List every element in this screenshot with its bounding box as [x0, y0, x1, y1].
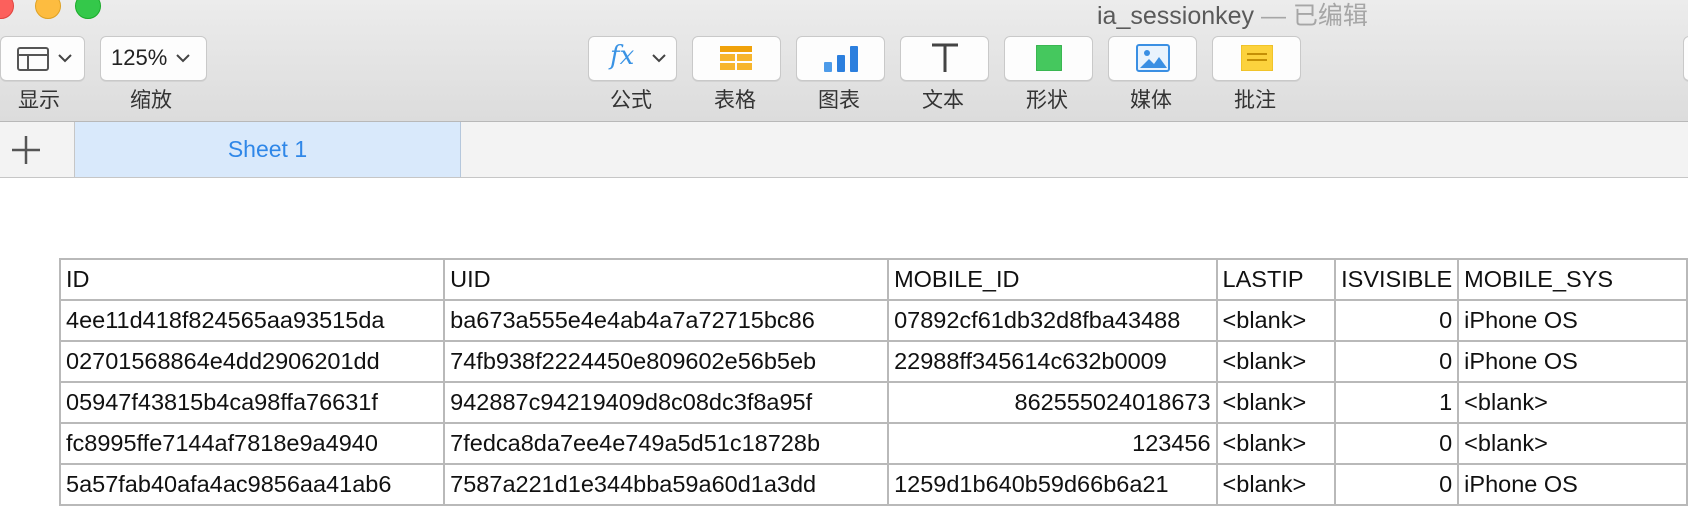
text-icon: [932, 43, 958, 72]
table-cell[interactable]: <blank>: [1215, 299, 1337, 342]
edited-status: — 已编辑: [1260, 2, 1368, 30]
table-cell[interactable]: iPhone OS: [1457, 463, 1688, 506]
table-row: 05947f43815b4ca98ffa76631f 942887c942194…: [58, 381, 1688, 424]
chevron-down-icon: [58, 54, 72, 63]
table-cell[interactable]: 7587a221d1e344bba59a60d1a3dd: [443, 463, 890, 506]
column-header-lastip[interactable]: LASTIP: [1215, 258, 1337, 301]
insert-table-button[interactable]: [692, 36, 781, 81]
view-button[interactable]: [0, 36, 85, 81]
column-header-uid[interactable]: UID: [443, 258, 890, 301]
table-cell[interactable]: 02701568864e4dd2906201dd: [58, 340, 446, 383]
table-cell[interactable]: 942887c94219409d8c08dc3f8a95f: [443, 381, 890, 424]
table-cell[interactable]: <blank>: [1215, 422, 1337, 465]
table-cell[interactable]: 22988ff345614c632b0009: [887, 340, 1218, 383]
data-table: ID UID MOBILE_ID LASTIP ISVISIBLE MOBILE…: [58, 258, 1688, 506]
table-cell[interactable]: 862555024018673: [887, 381, 1218, 424]
header-row: ID UID MOBILE_ID LASTIP ISVISIBLE MOBILE…: [58, 258, 1688, 301]
window-toolbar: ia_sessionkey — 已编辑 显示 125% 缩放 fx 公式 表格 …: [0, 0, 1688, 122]
table-cell[interactable]: 0: [1334, 299, 1460, 342]
table-cell[interactable]: 123456: [887, 422, 1218, 465]
column-header-mobile-id[interactable]: MOBILE_ID: [887, 258, 1218, 301]
table-row: 4ee11d418f824565aa93515da ba673a555e4e4a…: [58, 299, 1688, 342]
shape-square-icon: [1036, 45, 1062, 71]
table-row: 5a57fab40afa4ac9856aa41ab6 7587a221d1e34…: [58, 463, 1688, 506]
sheet-tab-bar: Sheet 1: [0, 122, 1688, 178]
photo-icon: [1136, 44, 1170, 72]
table-cell[interactable]: <blank>: [1457, 381, 1688, 424]
table-cell[interactable]: iPhone OS: [1457, 299, 1688, 342]
tab-sheet-1[interactable]: Sheet 1: [75, 122, 461, 177]
comment-note-icon: [1241, 45, 1273, 71]
comment-button[interactable]: [1212, 36, 1301, 81]
minimize-window-button[interactable]: [35, 0, 61, 19]
close-window-button[interactable]: [0, 0, 14, 19]
document-name: ia_sessionkey: [1097, 2, 1255, 30]
table-cell[interactable]: <blank>: [1215, 381, 1337, 424]
table-cell[interactable]: 0: [1334, 422, 1460, 465]
insert-media-button[interactable]: [1108, 36, 1197, 81]
column-header-isvisible[interactable]: ISVISIBLE: [1334, 258, 1460, 301]
table-cell[interactable]: fc8995ffe7144af7818e9a4940: [58, 422, 446, 465]
window-title: ia_sessionkey — 已编辑: [1097, 0, 1368, 32]
table-cell[interactable]: iPhone OS: [1457, 340, 1688, 383]
zoom-window-button[interactable]: [75, 0, 101, 19]
table-cell[interactable]: 1: [1334, 381, 1460, 424]
table-cell[interactable]: <blank>: [1457, 422, 1688, 465]
table-cell[interactable]: 07892cf61db32d8fba43488: [887, 299, 1218, 342]
zoom-label: 缩放: [130, 89, 172, 112]
table-row: 02701568864e4dd2906201dd 74fb938f2224450…: [58, 340, 1688, 383]
table-cell[interactable]: 0: [1334, 340, 1460, 383]
table-icon: [720, 46, 752, 70]
table-cell[interactable]: 1259d1b640b59d66b6a21: [887, 463, 1218, 506]
shape-label: 形状: [1026, 89, 1068, 112]
zoom-select[interactable]: 125%: [100, 36, 207, 81]
media-label: 媒体: [1130, 89, 1172, 112]
view-label: 显示: [18, 89, 60, 112]
table-cell[interactable]: <blank>: [1215, 463, 1337, 506]
chevron-down-icon: [176, 54, 190, 63]
table-cell[interactable]: 05947f43815b4ca98ffa76631f: [58, 381, 446, 424]
table-cell[interactable]: 4ee11d418f824565aa93515da: [58, 299, 446, 342]
chart-label: 图表: [818, 89, 860, 112]
table-cell[interactable]: 5a57fab40afa4ac9856aa41ab6: [58, 463, 446, 506]
formula-label: 公式: [610, 89, 652, 112]
table-row: fc8995ffe7144af7818e9a4940 7fedca8da7ee4…: [58, 422, 1688, 465]
zoom-value: 125%: [111, 45, 168, 70]
table-cell[interactable]: 7fedca8da7ee4e749a5d51c18728b: [443, 422, 890, 465]
plus-icon[interactable]: [10, 134, 42, 166]
table-cell[interactable]: 74fb938f2224450e809602e56b5eb: [443, 340, 890, 383]
column-header-id[interactable]: ID: [58, 258, 446, 301]
comment-label: 批注: [1234, 89, 1276, 112]
sidebar-layout-icon: [17, 47, 49, 71]
insert-shape-button[interactable]: [1004, 36, 1093, 81]
table-label: 表格: [714, 89, 756, 112]
table-cell[interactable]: <blank>: [1215, 340, 1337, 383]
insert-chart-button[interactable]: [796, 36, 885, 81]
function-icon: fx: [610, 41, 635, 71]
column-header-mobile-sys[interactable]: MOBILE_SYS: [1457, 258, 1688, 301]
text-label: 文本: [922, 89, 964, 112]
table-cell[interactable]: 0: [1334, 463, 1460, 506]
toolbar-overflow-button[interactable]: [1683, 36, 1688, 81]
formula-button[interactable]: fx: [588, 36, 677, 81]
table-cell[interactable]: ba673a555e4e4ab4a7a72715bc86: [443, 299, 890, 342]
bar-chart-icon: [824, 46, 858, 72]
chevron-down-icon: [652, 54, 666, 63]
insert-text-button[interactable]: [900, 36, 989, 81]
